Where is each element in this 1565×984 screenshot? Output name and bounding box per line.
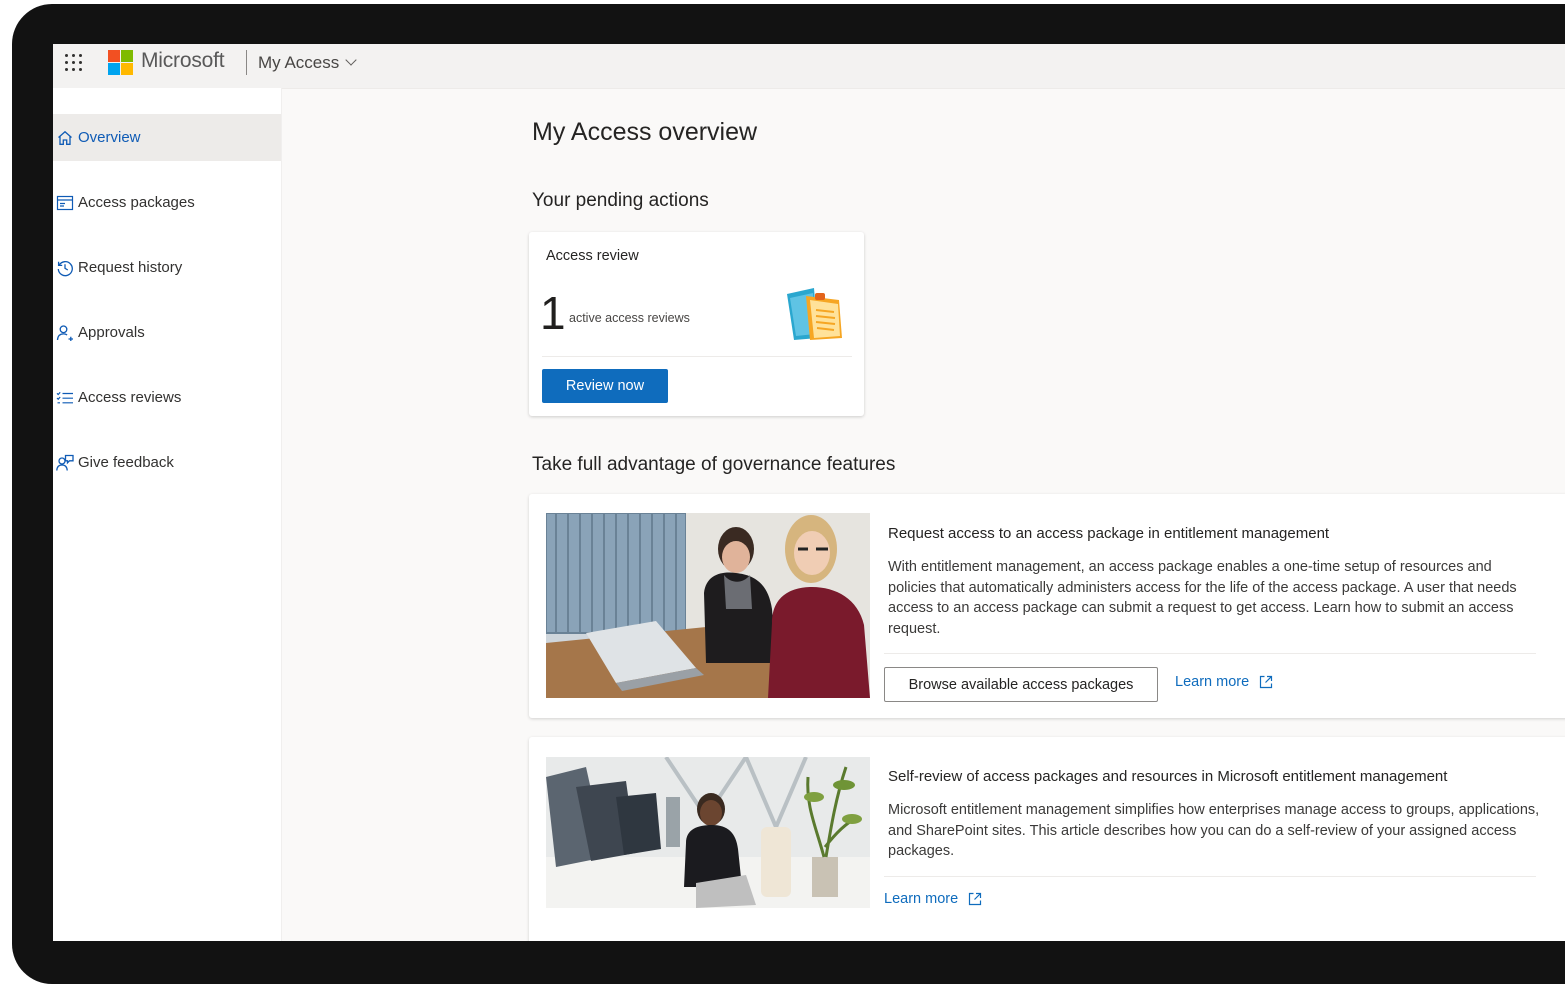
feature-title: Self-review of access packages and resou… — [888, 768, 1448, 785]
access-review-card: Access review 1 active access reviews Re… — [529, 232, 864, 416]
sidebar-item-label: Overview — [78, 129, 141, 146]
feature-card-self-review: Self-review of access packages and resou… — [529, 737, 1565, 941]
microsoft-logo-icon[interactable] — [108, 50, 134, 76]
sidebar-item-label: Request history — [78, 259, 183, 276]
sidebar-item-give-feedback[interactable]: Give feedback — [53, 439, 281, 486]
brand-name[interactable]: Microsoft — [141, 49, 225, 73]
pending-actions-heading: Your pending actions — [532, 190, 709, 211]
external-link-icon — [1260, 675, 1273, 689]
main-content: My Access overview Your pending actions … — [281, 88, 1565, 941]
active-review-label: active access reviews — [569, 311, 690, 325]
feature-description: With entitlement management, an access p… — [888, 559, 1517, 637]
sidebar-item-label: Give feedback — [78, 454, 174, 471]
external-link-icon — [969, 892, 982, 906]
active-review-count: 1 — [540, 287, 566, 339]
feature-divider — [884, 876, 1536, 877]
feature-card-request-access: Request access to an access package in e… — [529, 494, 1565, 718]
person-approval-icon — [56, 324, 73, 341]
history-icon — [57, 260, 73, 276]
home-icon — [58, 130, 72, 145]
app-launcher-icon[interactable] — [64, 53, 84, 73]
learn-more-link[interactable]: Learn more — [1175, 674, 1274, 690]
checklist-icon — [56, 391, 73, 403]
sidebar-item-overview[interactable]: Overview — [53, 114, 281, 161]
sidebar-item-label: Access packages — [78, 194, 195, 211]
feedback-icon — [56, 454, 74, 471]
browse-access-packages-button[interactable]: Browse available access packages — [884, 667, 1158, 702]
page-title: My Access overview — [532, 118, 758, 146]
sidebar-item-approvals[interactable]: Approvals — [53, 309, 281, 356]
sidebar-item-access-reviews[interactable]: Access reviews — [53, 374, 281, 421]
link-label: Learn more — [884, 891, 959, 907]
office-meeting-photo — [546, 513, 870, 698]
review-now-button[interactable]: Review now — [542, 369, 668, 403]
browser-screen: Microsoft My Access Overview Access pack… — [53, 44, 1565, 941]
top-bar: Microsoft My Access — [53, 44, 1565, 89]
chevron-down-icon — [345, 54, 357, 66]
header-separator — [246, 50, 247, 75]
sidebar-item-label: Access reviews — [78, 389, 182, 406]
sidebar-item-access-packages[interactable]: Access packages — [53, 179, 281, 226]
sidebar-item-request-history[interactable]: Request history — [53, 244, 281, 291]
app-switcher[interactable]: My Access — [258, 53, 357, 73]
feature-title: Request access to an access package in e… — [888, 525, 1330, 542]
learn-more-link[interactable]: Learn more — [884, 891, 983, 907]
sidebar-item-label: Approvals — [78, 324, 145, 341]
governance-heading: Take full advantage of governance featur… — [532, 454, 896, 475]
card-title: Access review — [546, 248, 639, 264]
app-name-label: My Access — [258, 53, 340, 72]
package-icon — [56, 195, 74, 210]
feature-description: Microsoft entitlement management simplif… — [888, 802, 1540, 859]
link-label: Learn more — [1175, 674, 1250, 690]
documents-illustration-icon — [787, 288, 842, 340]
office-desk-photo — [546, 757, 870, 908]
sidebar: Overview Access packages Request history… — [53, 88, 282, 941]
feature-divider — [884, 653, 1536, 654]
card-divider — [542, 356, 852, 357]
